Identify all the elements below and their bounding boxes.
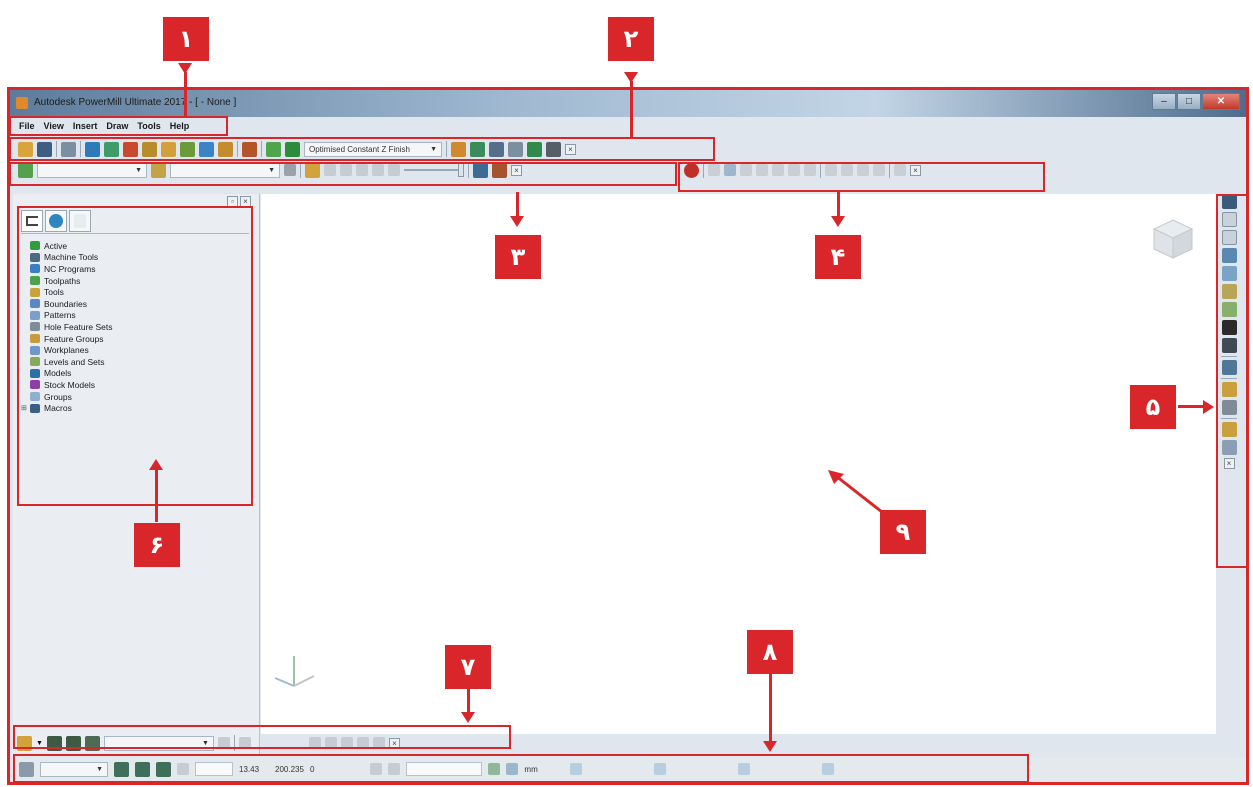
window-title: Autodesk PowerMill Ultimate 2017 - [ - N… [34,97,237,108]
callout-9: ۹ [880,510,926,554]
graphics-viewport[interactable] [261,194,1216,734]
highlight-tool-toolbar [13,725,511,749]
annotated-screenshot: Autodesk PowerMill Ultimate 2017 - [ - N… [0,0,1253,787]
highlight-simulation-toolbar [9,162,677,186]
arrow-7 [467,689,470,714]
callout-2: ۲ [608,17,654,61]
arrow-head-3 [510,216,524,227]
highlight-explorer [17,206,253,506]
app-icon [16,97,28,109]
arrow-head-5 [1203,400,1214,414]
callout-1: ۱ [163,17,209,61]
view-cube-icon[interactable] [1150,216,1196,262]
callout-7: ۷ [445,645,491,689]
arrow-1 [184,72,187,116]
callout-8: ۸ [747,630,793,674]
arrow-2 [630,81,633,137]
callout-6: ۶ [134,523,180,567]
callout-5: ۵ [1130,385,1176,429]
minimize-button[interactable]: – [1152,93,1176,110]
arrow-4 [837,192,840,216]
window-controls: – □ ✕ [1152,93,1240,110]
highlight-view-toolbar [1216,194,1248,568]
arrow-head-7 [461,712,475,723]
close-button[interactable]: ✕ [1202,93,1240,110]
highlight-viewmill-toolbar [678,162,1045,192]
callout-4: ۴ [815,235,861,279]
highlight-main-toolbar [9,137,715,161]
arrow-6 [155,468,158,522]
arrow-head-4 [831,216,845,227]
arrow-3 [516,192,519,216]
arrow-5 [1178,405,1206,408]
highlight-status-bar [13,754,1029,783]
maximize-button[interactable]: □ [1177,93,1201,110]
arrow-8 [769,674,772,742]
arrow-9 [828,470,883,514]
axis-triad-icon [274,656,315,687]
title-bar[interactable]: Autodesk PowerMill Ultimate 2017 - [ - N… [10,90,1246,117]
arrow-head-8 [763,741,777,752]
callout-3: ۳ [495,235,541,279]
highlight-menu-bar [9,116,228,136]
